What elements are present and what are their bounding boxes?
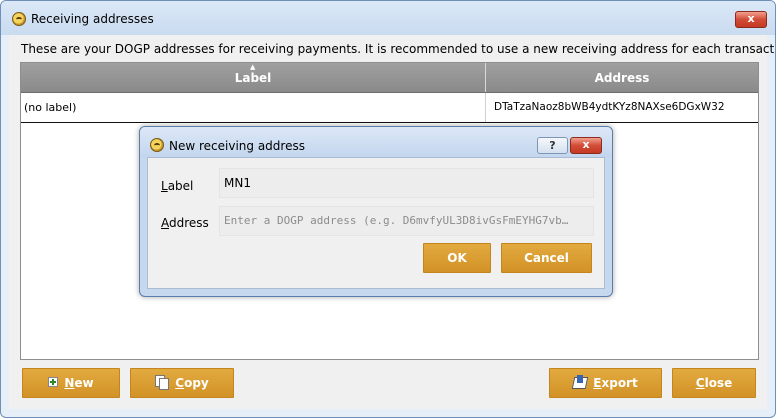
window-close-button[interactable]: x — [735, 11, 767, 28]
dogecoin-app-icon — [150, 138, 164, 152]
dialog-help-button[interactable]: ? — [537, 137, 568, 154]
dialog-close-button[interactable]: x — [570, 137, 602, 154]
table-row[interactable]: (no label) DTaTzaNaoz8bWB4ydtKYz8NAXse6D… — [21, 93, 758, 123]
address-input[interactable]: Enter a DOGP address (e.g. D6mvfyUL3D8iv… — [219, 206, 594, 236]
close-button[interactable]: Close — [672, 368, 756, 398]
address-field-label: Address — [161, 216, 209, 230]
export-icon — [572, 375, 589, 389]
table-header: Label ▲ Address — [21, 63, 758, 93]
ok-button[interactable]: OK — [423, 243, 491, 273]
description-text: These are your DOGP addresses for receiv… — [21, 42, 776, 56]
row-label-cell: (no label) — [24, 101, 77, 114]
new-receiving-address-dialog: New receiving address ? x Label MN1 Addr… — [139, 126, 613, 297]
new-button[interactable]: New — [22, 368, 120, 398]
row-address-cell: DTaTzaNaoz8bWB4ydtKYz8NAXse6DGxW32 — [494, 101, 725, 113]
window-title: Receiving addresses — [31, 12, 154, 26]
column-header-address[interactable]: Address — [486, 63, 758, 92]
label-input[interactable]: MN1 — [219, 168, 594, 198]
dogecoin-app-icon — [12, 12, 26, 26]
add-icon — [48, 377, 59, 387]
cancel-button[interactable]: Cancel — [501, 243, 592, 273]
close-icon: x — [747, 12, 755, 25]
export-button[interactable]: Export — [549, 368, 662, 398]
label-field-label: Label — [161, 179, 194, 193]
window-titlebar[interactable]: Receiving addresses x — [1, 1, 775, 35]
dialog-title: New receiving address — [169, 139, 305, 153]
close-icon: x — [582, 138, 590, 151]
copy-button[interactable]: Copy — [130, 368, 234, 398]
copy-icon — [155, 375, 170, 390]
help-icon: ? — [549, 139, 556, 152]
sort-ascending-icon: ▲ — [250, 63, 256, 71]
cell-divider — [485, 93, 486, 122]
dialog-titlebar[interactable]: New receiving address ? x — [140, 127, 612, 157]
dialog-body: Label MN1 Address Enter a DOGP address (… — [147, 157, 605, 289]
